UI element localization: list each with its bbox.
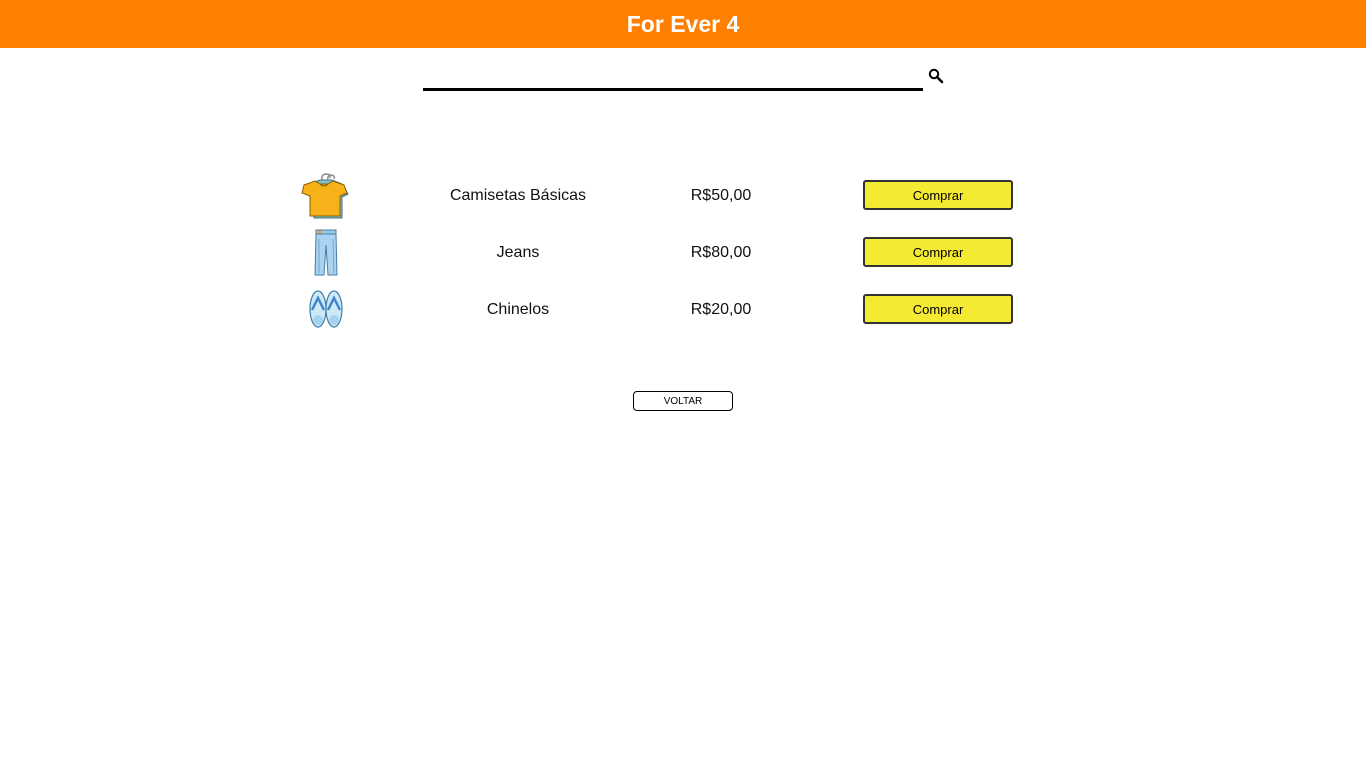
page-title: For Ever 4 [626,10,740,37]
tshirt-icon [300,172,352,220]
flip-flops-icon [300,286,352,334]
search-input[interactable] [423,62,923,91]
product-row: Chinelos R$20,00 Comprar [300,286,1020,336]
product-price: R$20,00 [690,301,752,318]
header-bar: For Ever 4 [0,0,1366,48]
back-button[interactable]: VOLTAR [633,391,733,411]
product-price: R$50,00 [690,187,752,204]
buy-button[interactable]: Comprar [863,180,1013,210]
buy-button[interactable]: Comprar [863,294,1013,324]
product-name: Camisetas Básicas [449,187,587,204]
product-name: Chinelos [486,301,550,318]
buy-button[interactable]: Comprar [863,237,1013,267]
product-price: R$80,00 [690,244,752,261]
search-icon[interactable] [928,68,944,84]
jeans-icon [300,229,352,277]
product-row: Camisetas Básicas R$50,00 Comprar [300,172,1020,222]
product-row: Jeans R$80,00 Comprar [300,229,1020,279]
product-name: Jeans [496,244,540,261]
